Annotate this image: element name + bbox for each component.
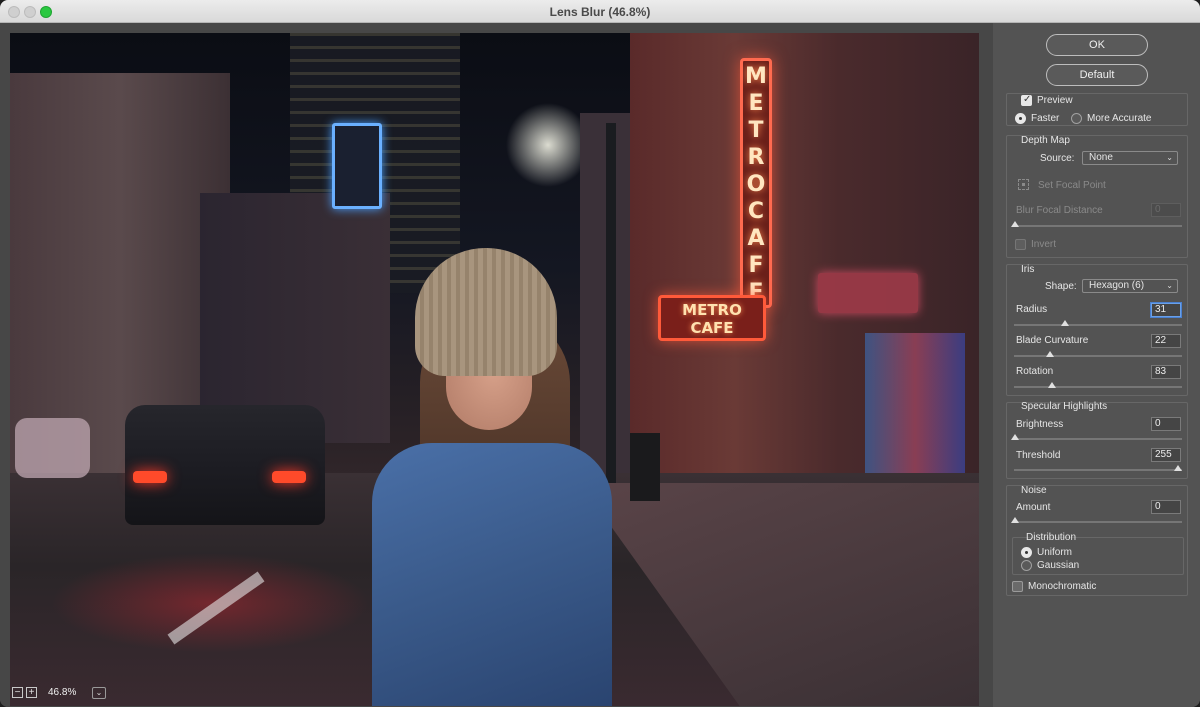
blur-focal-distance-label: Blur Focal Distance bbox=[1016, 205, 1103, 216]
options-panel: OK Default Preview Faster More Accurate … bbox=[996, 23, 1200, 707]
default-button[interactable]: Default bbox=[1046, 64, 1148, 86]
monochromatic-checkbox[interactable] bbox=[1012, 581, 1023, 592]
invert-checkbox bbox=[1015, 239, 1026, 250]
woman-jacket bbox=[372, 443, 612, 706]
amount-field[interactable]: 0 bbox=[1151, 500, 1181, 514]
car-taillight-left bbox=[133, 471, 167, 483]
blade-curvature-field[interactable]: 22 bbox=[1151, 334, 1181, 348]
amount-slider-handle[interactable] bbox=[1011, 517, 1019, 523]
specular-highlights-group bbox=[1006, 402, 1188, 479]
crosshair-icon bbox=[1018, 179, 1029, 190]
chevron-down-icon: ⌄ bbox=[95, 688, 103, 697]
rotation-field[interactable]: 83 bbox=[1151, 365, 1181, 379]
rotation-slider[interactable] bbox=[1014, 386, 1182, 388]
pink-neon-sign bbox=[818, 273, 918, 313]
rotation-label: Rotation bbox=[1016, 366, 1054, 377]
horizontal-neon-sign: METRO CAFE bbox=[658, 295, 766, 341]
more-accurate-radio[interactable] bbox=[1071, 113, 1082, 124]
woman-hat bbox=[415, 248, 557, 376]
threshold-field[interactable]: 255 bbox=[1151, 448, 1181, 462]
threshold-slider[interactable] bbox=[1014, 469, 1182, 471]
vertical-neon-sign-text: METRO CAFE bbox=[745, 64, 767, 305]
specular-highlights-title: Specular Highlights bbox=[1021, 401, 1108, 412]
amount-label: Amount bbox=[1016, 502, 1051, 513]
distribution-title: Distribution bbox=[1026, 532, 1077, 543]
rotation-slider-handle[interactable] bbox=[1048, 382, 1056, 388]
shape-label: Shape: bbox=[1045, 281, 1077, 292]
radius-slider[interactable] bbox=[1014, 324, 1182, 326]
zoom-level[interactable]: 46.8% bbox=[44, 686, 90, 700]
window-title: Lens Blur (46.8%) bbox=[549, 5, 651, 19]
threshold-label: Threshold bbox=[1016, 450, 1061, 461]
blur-focal-distance-slider bbox=[1014, 225, 1182, 227]
blur-focal-distance-field: 0 bbox=[1151, 203, 1181, 217]
radius-slider-handle[interactable] bbox=[1061, 320, 1069, 326]
zoom-out-button[interactable]: − bbox=[12, 687, 23, 698]
gaussian-radio[interactable] bbox=[1021, 560, 1032, 571]
car-taillight-right bbox=[272, 471, 306, 483]
more-accurate-label: More Accurate bbox=[1087, 113, 1152, 124]
preview-checkbox[interactable] bbox=[1021, 94, 1032, 106]
plus-icon: + bbox=[28, 687, 35, 698]
uniform-label: Uniform bbox=[1037, 547, 1073, 558]
invert-label: Invert bbox=[1031, 239, 1057, 250]
minus-icon: − bbox=[14, 687, 21, 698]
preview-statusbar: − + 46.8% ⌄ bbox=[10, 686, 990, 700]
iris-title: Iris bbox=[1021, 264, 1035, 275]
amount-slider[interactable] bbox=[1014, 521, 1182, 523]
blade-curvature-label: Blade Curvature bbox=[1016, 335, 1089, 346]
uniform-radio[interactable] bbox=[1021, 547, 1032, 558]
shape-select-value: Hexagon (6) bbox=[1089, 280, 1145, 291]
ok-button[interactable]: OK bbox=[1046, 34, 1148, 56]
noise-title: Noise bbox=[1021, 485, 1047, 496]
shop-windows bbox=[865, 333, 965, 493]
brightness-field[interactable]: 0 bbox=[1151, 417, 1181, 431]
blue-neon-sign bbox=[332, 123, 382, 209]
zoom-in-button[interactable]: + bbox=[26, 687, 37, 698]
chevron-down-icon: ⌄ bbox=[1166, 281, 1173, 290]
trash-can bbox=[630, 433, 660, 501]
gaussian-label: Gaussian bbox=[1037, 560, 1080, 571]
set-focal-point-label: Set Focal Point bbox=[1038, 180, 1106, 191]
preview-area: METRO CAFE METRO CAFE bbox=[0, 23, 993, 707]
radius-label: Radius bbox=[1016, 304, 1048, 315]
shape-select[interactable]: Hexagon (6) ⌄ bbox=[1082, 279, 1178, 293]
source-select-value: None bbox=[1089, 152, 1113, 163]
faster-radio[interactable] bbox=[1015, 113, 1026, 124]
preview-image[interactable]: METRO CAFE METRO CAFE bbox=[10, 33, 979, 706]
preview-label: Preview bbox=[1037, 95, 1073, 106]
parked-car bbox=[15, 418, 90, 478]
brightness-label: Brightness bbox=[1016, 419, 1064, 430]
threshold-slider-handle[interactable] bbox=[1174, 465, 1182, 471]
faster-label: Faster bbox=[1031, 113, 1060, 124]
street-lamp-pole bbox=[606, 123, 616, 483]
depth-map-title: Depth Map bbox=[1021, 135, 1070, 146]
brightness-slider[interactable] bbox=[1014, 438, 1182, 440]
blade-curvature-slider[interactable] bbox=[1014, 355, 1182, 357]
chevron-down-icon: ⌄ bbox=[1166, 153, 1173, 162]
car bbox=[125, 405, 325, 525]
lens-blur-dialog: Lens Blur (46.8%) METRO CAFE METRO CAFE bbox=[0, 0, 1200, 707]
taillight-reflection bbox=[50, 553, 370, 653]
title-bar: Lens Blur (46.8%) bbox=[0, 0, 1200, 23]
monochromatic-label: Monochromatic bbox=[1028, 581, 1097, 592]
blur-focal-distance-slider-handle bbox=[1011, 221, 1019, 227]
brightness-slider-handle[interactable] bbox=[1011, 434, 1019, 440]
source-select[interactable]: None ⌄ bbox=[1082, 151, 1178, 165]
zoom-dropdown-button[interactable]: ⌄ bbox=[92, 687, 106, 699]
radius-field[interactable]: 31 bbox=[1151, 303, 1181, 317]
source-label: Source: bbox=[1040, 153, 1075, 164]
blade-curvature-slider-handle[interactable] bbox=[1046, 351, 1054, 357]
